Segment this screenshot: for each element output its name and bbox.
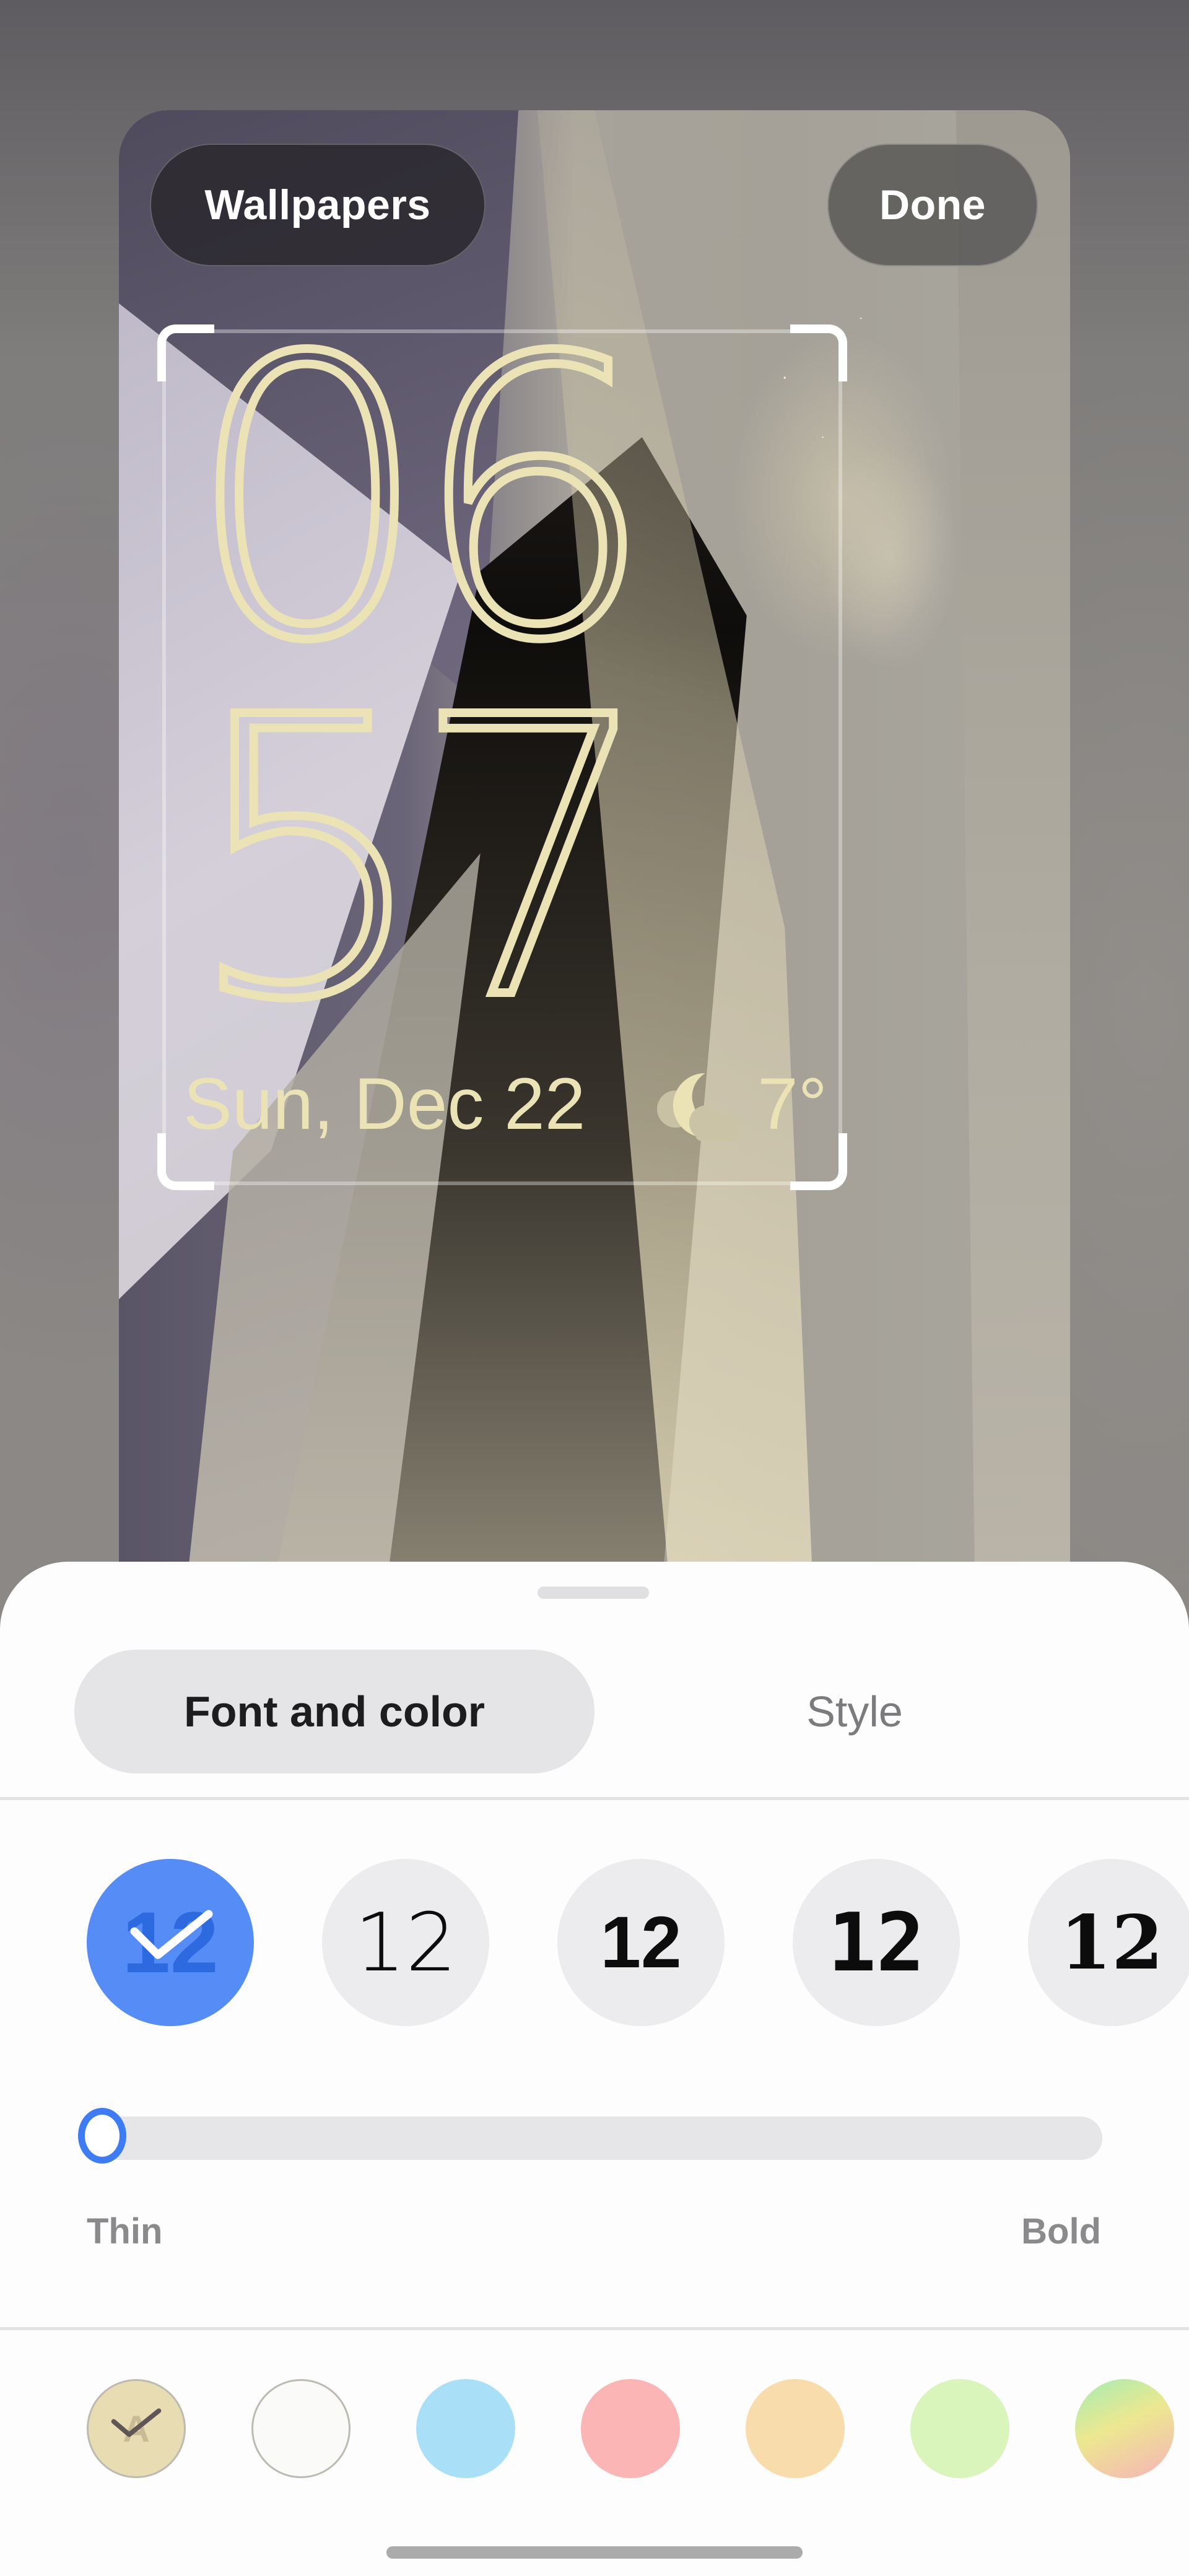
- home-indicator[interactable]: [386, 2546, 803, 2559]
- wallpapers-button-label: Wallpapers: [204, 181, 431, 228]
- lockscreen-clock: 06 57: [181, 278, 694, 1084]
- divider: [0, 1797, 1189, 1800]
- frame-corner-handle: [790, 324, 847, 381]
- color-swatch[interactable]: [910, 2379, 1009, 2478]
- font-option[interactable]: 12: [557, 1859, 725, 2026]
- clock-hours: 06: [181, 278, 660, 724]
- weather: 7°: [652, 1061, 827, 1147]
- tab-style-label: Style: [806, 1687, 903, 1736]
- color-swatch[interactable]: [416, 2379, 515, 2478]
- color-swatch[interactable]: [1075, 2379, 1174, 2478]
- font-sample: 12: [600, 1902, 682, 1983]
- font-option[interactable]: 12: [793, 1859, 960, 2026]
- customization-sheet: Font and color Style 12 12 12 12 12 Thin…: [0, 1562, 1189, 2576]
- color-swatch[interactable]: [251, 2379, 351, 2478]
- done-button-label: Done: [879, 181, 986, 228]
- color-swatch[interactable]: [746, 2379, 845, 2478]
- tab-bar: Font and color Style: [0, 1650, 1189, 1773]
- date-weather-row: Sun, Dec 22 7°: [183, 1061, 827, 1147]
- slider-max-label: Bold: [1021, 2211, 1101, 2252]
- font-sample: 12: [827, 1895, 925, 1990]
- checkmark-icon: [130, 1910, 213, 1959]
- font-option-selected[interactable]: 12: [87, 1859, 254, 2026]
- wallpapers-button[interactable]: Wallpapers: [150, 144, 486, 266]
- clock-minutes: 57: [181, 637, 660, 1084]
- font-sample: 12: [1060, 1899, 1164, 1986]
- sheet-drag-handle[interactable]: [538, 1586, 649, 1599]
- lockscreen-date: Sun, Dec 22: [183, 1063, 586, 1145]
- done-button[interactable]: Done: [827, 144, 1038, 266]
- font-option[interactable]: 12: [322, 1859, 489, 2026]
- color-options: A: [0, 2379, 1189, 2479]
- tab-style[interactable]: Style: [619, 1650, 1090, 1773]
- tab-font-and-color-label: Font and color: [183, 1687, 486, 1736]
- weather-temperature: 7°: [757, 1063, 827, 1145]
- color-swatch[interactable]: [581, 2379, 680, 2478]
- font-sample: 12: [354, 1895, 457, 1990]
- slider-track[interactable]: [78, 2108, 1102, 2164]
- font-weight-slider: Thin Bold: [0, 2108, 1189, 2252]
- slider-thumb[interactable]: [78, 2108, 126, 2164]
- font-option[interactable]: 12: [1028, 1859, 1189, 2026]
- divider: [0, 2327, 1189, 2330]
- color-swatch-selected[interactable]: A: [87, 2379, 186, 2478]
- tab-font-and-color[interactable]: Font and color: [74, 1650, 594, 1773]
- checkmark-icon: [111, 2408, 162, 2437]
- slider-min-label: Thin: [87, 2211, 163, 2252]
- font-options: 12 12 12 12 12: [0, 1859, 1189, 2026]
- moon-cloud-icon: [657, 1073, 739, 1141]
